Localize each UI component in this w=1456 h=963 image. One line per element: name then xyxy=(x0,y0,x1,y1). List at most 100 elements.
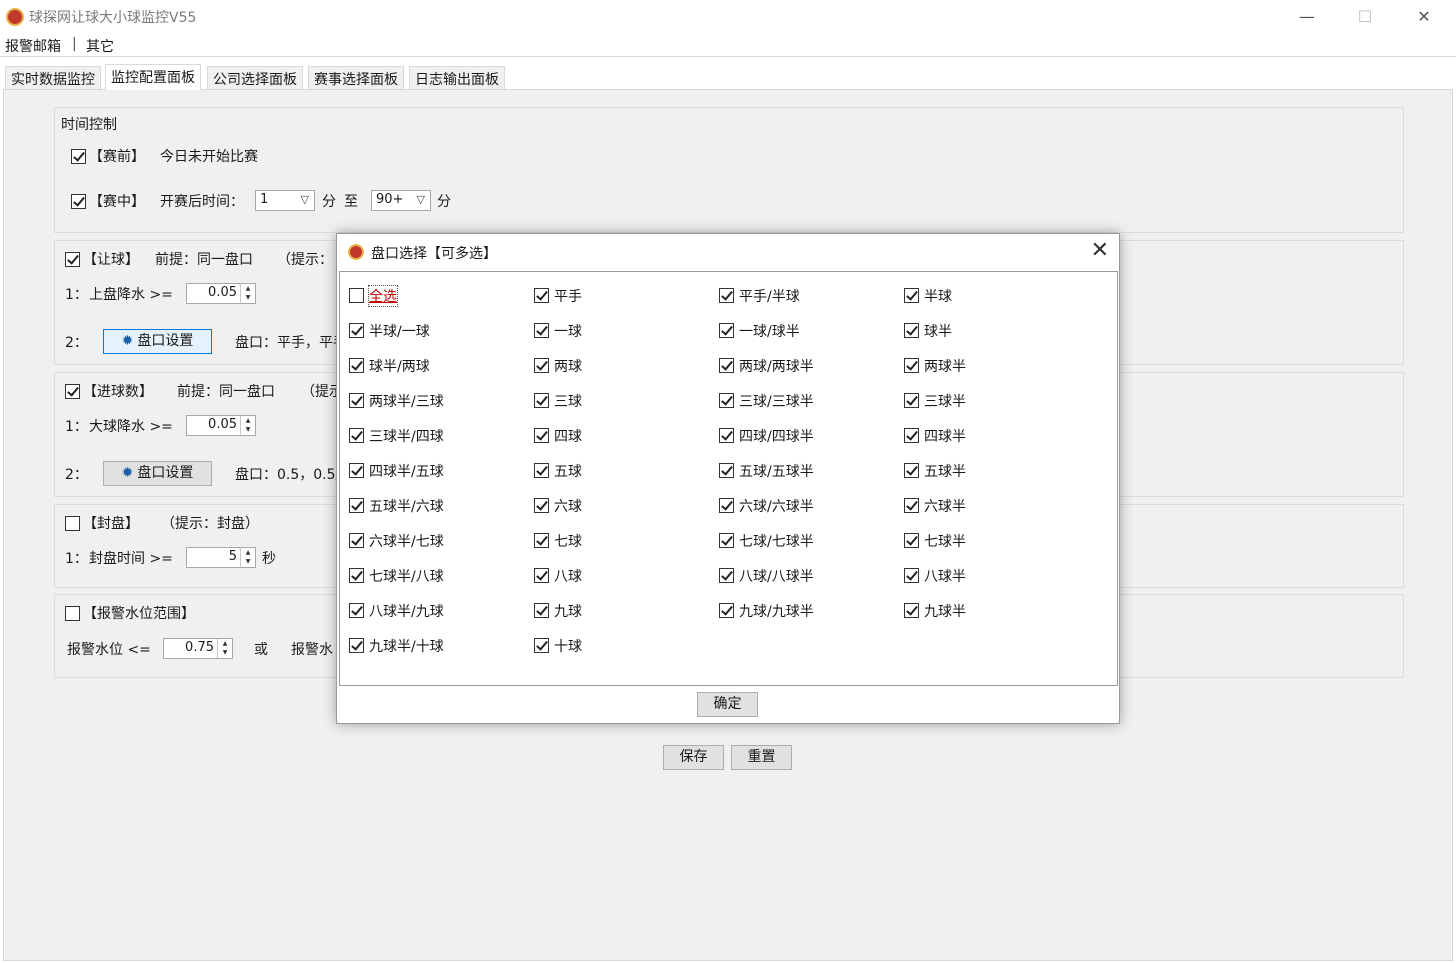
goals-premise: 前提：同一盘口 xyxy=(177,384,275,400)
pankou-option-checkbox[interactable] xyxy=(904,393,919,408)
close-button[interactable]: ✕ xyxy=(1401,0,1447,32)
pankou-option-label: 七球/七球半 xyxy=(739,534,814,550)
pankou-option-checkbox[interactable] xyxy=(534,323,549,338)
goals-water-spinner[interactable]: 0.05 ▲ ▼ xyxy=(186,415,256,436)
pankou-option-checkbox[interactable] xyxy=(349,603,364,618)
pankou-option-checkbox[interactable] xyxy=(534,358,549,373)
spin-down-icon[interactable]: ▼ xyxy=(241,557,255,566)
alarm-water-spinner[interactable]: 0.75 ▲ ▼ xyxy=(163,638,233,659)
pankou-option-checkbox[interactable] xyxy=(719,533,734,548)
gear-icon: ✹ xyxy=(121,333,134,349)
pankou-option-checkbox[interactable] xyxy=(719,393,734,408)
spin-down-icon[interactable]: ▼ xyxy=(241,293,255,302)
closed-checkbox[interactable] xyxy=(65,516,80,531)
pankou-option-checkbox[interactable] xyxy=(349,498,364,513)
pankou-option-checkbox[interactable] xyxy=(349,568,364,583)
pankou-option-checkbox[interactable] xyxy=(904,288,919,303)
alarm-water-value: 0.75 xyxy=(185,640,214,655)
spin-down-icon[interactable]: ▼ xyxy=(218,648,232,657)
spin-down-icon[interactable]: ▼ xyxy=(241,425,255,434)
pankou-option-label: 一球 xyxy=(554,324,582,340)
pankou-option-label: 半球/一球 xyxy=(369,324,430,340)
tab-event-select[interactable]: 赛事选择面板 xyxy=(308,66,404,89)
pankou-option-checkbox[interactable] xyxy=(719,358,734,373)
inplay-label: 开赛后时间： xyxy=(160,194,244,210)
select-all-checkbox[interactable] xyxy=(349,288,364,303)
pankou-option-checkbox[interactable] xyxy=(719,428,734,443)
closed-hint: （提示：封盘） xyxy=(161,516,259,532)
pankou-option-checkbox[interactable] xyxy=(534,638,549,653)
pankou-option-label: 球半/两球 xyxy=(369,359,430,375)
pankou-option-checkbox[interactable] xyxy=(904,323,919,338)
menu-alarm-mailbox[interactable]: 报警邮箱 xyxy=(5,36,61,56)
handicap-premise: 前提：同一盘口 xyxy=(155,252,253,268)
pankou-option-checkbox[interactable] xyxy=(904,463,919,478)
pankou-option-checkbox[interactable] xyxy=(534,288,549,303)
pankou-option-checkbox[interactable] xyxy=(904,358,919,373)
closed-tag: 【封盘】 xyxy=(83,516,139,532)
handicap-hint: （提示： xyxy=(277,252,333,268)
dialog-ok-button[interactable]: 确定 xyxy=(697,692,758,717)
save-button[interactable]: 保存 xyxy=(663,745,724,770)
spin-up-icon[interactable]: ▲ xyxy=(241,284,255,293)
closed-time-spinner[interactable]: 5 ▲ ▼ xyxy=(186,547,256,568)
goals-checkbox[interactable] xyxy=(65,384,80,399)
inplay-from-select[interactable]: 1 ▽ xyxy=(255,190,315,211)
reset-button[interactable]: 重置 xyxy=(731,745,792,770)
alarm-tag: 【报警水位范围】 xyxy=(83,606,195,622)
pankou-option-checkbox[interactable] xyxy=(719,288,734,303)
tab-log-output[interactable]: 日志输出面板 xyxy=(409,66,505,89)
pankou-option-checkbox[interactable] xyxy=(719,603,734,618)
pankou-option-checkbox[interactable] xyxy=(349,358,364,373)
spinner-buttons[interactable]: ▲ ▼ xyxy=(240,416,255,435)
alarm-checkbox[interactable] xyxy=(65,606,80,621)
pankou-option-checkbox[interactable] xyxy=(349,638,364,653)
pankou-option-checkbox[interactable] xyxy=(349,533,364,548)
pankou-option-checkbox[interactable] xyxy=(904,428,919,443)
pankou-option-checkbox[interactable] xyxy=(719,463,734,478)
pankou-option-checkbox[interactable] xyxy=(534,463,549,478)
pankou-option-checkbox[interactable] xyxy=(904,498,919,513)
pankou-option-checkbox[interactable] xyxy=(534,498,549,513)
spin-up-icon[interactable]: ▲ xyxy=(218,639,232,648)
pankou-option-checkbox[interactable] xyxy=(904,533,919,548)
spinner-buttons[interactable]: ▲ ▼ xyxy=(240,548,255,567)
menu-other[interactable]: 其它 xyxy=(86,36,114,56)
inplay-checkbox[interactable] xyxy=(71,194,86,209)
maximize-button[interactable]: ☐ xyxy=(1342,0,1388,32)
pankou-option-checkbox[interactable] xyxy=(719,498,734,513)
pankou-option-checkbox[interactable] xyxy=(349,428,364,443)
pankou-option-checkbox[interactable] xyxy=(534,533,549,548)
pankou-option-checkbox[interactable] xyxy=(534,603,549,618)
spinner-buttons[interactable]: ▲ ▼ xyxy=(240,284,255,303)
pankou-option-checkbox[interactable] xyxy=(349,323,364,338)
pankou-option-checkbox[interactable] xyxy=(534,428,549,443)
pankou-option-checkbox[interactable] xyxy=(904,568,919,583)
spinner-buttons[interactable]: ▲ ▼ xyxy=(217,639,232,658)
pankou-option-checkbox[interactable] xyxy=(719,323,734,338)
handicap-checkbox[interactable] xyxy=(65,252,80,267)
pankou-option-checkbox[interactable] xyxy=(904,603,919,618)
tab-company-select[interactable]: 公司选择面板 xyxy=(207,66,303,89)
closed-unit: 秒 xyxy=(262,551,276,567)
spin-up-icon[interactable]: ▲ xyxy=(241,416,255,425)
inplay-to-select[interactable]: 90+ ▽ xyxy=(371,190,431,211)
tab-realtime-monitor[interactable]: 实时数据监控 xyxy=(5,66,101,89)
pankou-option-checkbox[interactable] xyxy=(349,393,364,408)
dialog-close-button[interactable]: ✕ xyxy=(1091,238,1109,263)
tab-monitor-config[interactable]: 监控配置面板 xyxy=(105,64,201,90)
pankou-option-label: 平手 xyxy=(554,289,582,305)
handicap-pankou-settings-button[interactable]: ✹ 盘口设置 xyxy=(103,329,212,354)
pankou-option-checkbox[interactable] xyxy=(534,568,549,583)
pankou-option-checkbox[interactable] xyxy=(534,393,549,408)
chevron-down-icon: ▽ xyxy=(416,193,425,206)
pankou-option-checkbox[interactable] xyxy=(719,568,734,583)
minimize-button[interactable]: — xyxy=(1284,0,1330,32)
pankou-option-label: 九球半/十球 xyxy=(369,639,444,655)
pankou-option-checkbox[interactable] xyxy=(349,463,364,478)
handicap-water-spinner[interactable]: 0.05 ▲ ▼ xyxy=(186,283,256,304)
prematch-checkbox[interactable] xyxy=(71,149,86,164)
goals-pankou-settings-button[interactable]: ✹ 盘口设置 xyxy=(103,461,212,486)
spin-up-icon[interactable]: ▲ xyxy=(241,548,255,557)
gear-icon: ✹ xyxy=(121,465,134,481)
